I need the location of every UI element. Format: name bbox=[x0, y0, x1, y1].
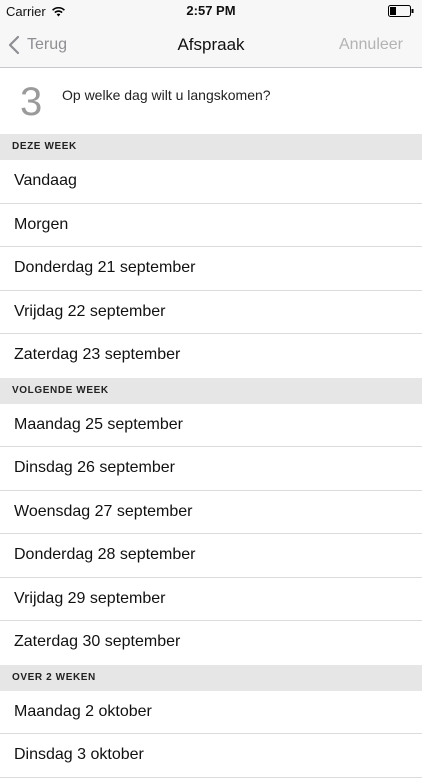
navigation-bar: Terug Afspraak Annuleer bbox=[0, 22, 422, 68]
list-item[interactable]: Woensdag 27 september bbox=[0, 490, 422, 534]
section-header-in-two-weeks: OVER 2 WEKEN bbox=[0, 664, 422, 691]
chevron-left-icon bbox=[8, 35, 20, 55]
back-button[interactable]: Terug bbox=[8, 22, 67, 68]
status-time: 2:57 PM bbox=[186, 3, 236, 18]
list-item[interactable]: Vrijdag 22 september bbox=[0, 290, 422, 334]
battery-icon bbox=[388, 5, 414, 17]
list-item[interactable]: Dinsdag 26 september bbox=[0, 447, 422, 491]
list-item[interactable]: Vrijdag 29 september bbox=[0, 577, 422, 621]
list-item[interactable]: Donderdag 21 september bbox=[0, 247, 422, 291]
status-bar: Carrier 2:57 PM bbox=[0, 0, 422, 22]
question-header: 3 Op welke dag wilt u langskomen? bbox=[0, 68, 422, 134]
list-item[interactable]: Zaterdag 23 september bbox=[0, 334, 422, 378]
list-item[interactable]: Zaterdag 30 september bbox=[0, 621, 422, 665]
list-item[interactable]: Maandag 25 september bbox=[0, 403, 422, 447]
page-title: Afspraak bbox=[177, 35, 245, 54]
list-item[interactable]: Donderdag 28 september bbox=[0, 534, 422, 578]
list-item-tomorrow[interactable]: Morgen bbox=[0, 203, 422, 247]
cancel-button[interactable]: Annuleer bbox=[339, 22, 403, 68]
list-item[interactable]: Dinsdag 3 oktober bbox=[0, 734, 422, 778]
step-number: 3 bbox=[20, 80, 43, 124]
list-item-today[interactable]: Vandaag bbox=[0, 160, 422, 204]
list-item[interactable]: Maandag 2 oktober bbox=[0, 690, 422, 734]
back-label: Terug bbox=[27, 36, 68, 53]
section-header-this-week: DEZE WEEK bbox=[0, 134, 422, 160]
day-list: DEZE WEEK Vandaag Morgen Donderdag 21 se… bbox=[0, 134, 422, 778]
section-header-next-week: VOLGENDE WEEK bbox=[0, 377, 422, 404]
question-text: Op welke dag wilt u langskomen? bbox=[62, 87, 271, 103]
